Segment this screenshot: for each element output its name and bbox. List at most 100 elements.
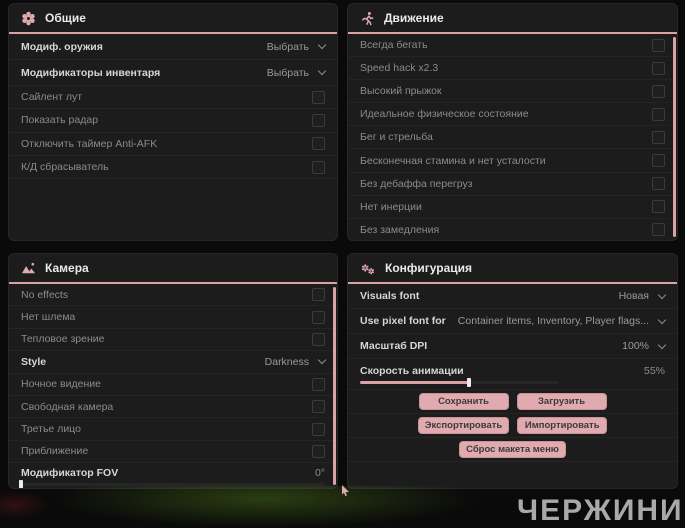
- movement-row-7: Нет инерции: [348, 196, 677, 219]
- dropdown-value: Выбрать: [266, 66, 309, 79]
- panel-general: Общие Модиф. оружия Выбрать Модификаторы и…: [8, 3, 338, 241]
- row-label: Отключить таймер Anti-AFK: [21, 137, 158, 150]
- export-button[interactable]: Экспортировать: [417, 417, 510, 434]
- mountains-icon: [21, 261, 36, 276]
- slider-fill: [360, 380, 469, 384]
- camera-row-8: Модификатор FOV 0°: [9, 463, 337, 488]
- checkbox[interactable]: [312, 310, 325, 324]
- movement-row-3: Идеальное физическое состояние: [348, 103, 677, 127]
- row-label: Без замедления: [360, 223, 440, 236]
- dropdown[interactable]: Выбрать: [266, 40, 327, 53]
- panel-title: Общие: [45, 11, 86, 25]
- camera-row-0: No effects: [9, 284, 337, 307]
- checkbox[interactable]: [312, 288, 325, 302]
- checkbox[interactable]: [652, 107, 665, 121]
- checkbox[interactable]: [312, 137, 325, 151]
- checkbox[interactable]: [312, 332, 325, 346]
- row-label: Visuals font: [360, 290, 420, 302]
- dropdown[interactable]: Container items, Inventory, Player flags…: [458, 315, 667, 327]
- chevron-down-icon: [317, 66, 327, 76]
- checkbox[interactable]: [312, 422, 325, 436]
- import-button[interactable]: Импортировать: [517, 417, 608, 434]
- load-button[interactable]: Загрузить: [516, 393, 607, 410]
- panel-title: Конфигурация: [385, 261, 473, 275]
- checkbox[interactable]: [652, 130, 665, 144]
- panel-title: Камера: [45, 261, 89, 275]
- row-label: Свободная камера: [21, 400, 114, 413]
- row-label: Приближение: [21, 445, 89, 458]
- checkbox[interactable]: [652, 154, 665, 168]
- panel-camera: Камера No effects Нет шлема Тепловое зрени…: [8, 253, 338, 489]
- config-row-0: Visuals font Новая: [348, 284, 677, 309]
- watermark-text: ЧЕРЖИНИЕ: [517, 494, 685, 527]
- checkbox[interactable]: [652, 223, 665, 237]
- save-button[interactable]: Сохранить: [418, 393, 509, 410]
- general-row-4: Отключить таймер Anti-AFK: [9, 133, 337, 156]
- checkbox[interactable]: [652, 177, 665, 191]
- row-label: Модиф. оружия: [21, 40, 103, 53]
- slider-value: 0°: [314, 466, 325, 479]
- dropdown-value: 100%: [622, 340, 649, 352]
- row-label: Нет инерции: [360, 200, 422, 213]
- dropdown-value: Новая: [618, 290, 649, 302]
- checkbox[interactable]: [312, 90, 325, 104]
- row-label: Третье лицо: [21, 423, 81, 436]
- panel-movement: Движение Всегда бегать Speed hack x2.3 Выс…: [347, 3, 678, 241]
- panel-config-header: Конфигурация: [348, 254, 677, 284]
- row-label: Бесконечная стамина и нет усталости: [360, 154, 546, 167]
- general-row-0: Модиф. оружия Выбрать: [9, 34, 337, 60]
- slider-thumb[interactable]: [19, 479, 23, 488]
- movement-row-2: Высокий прыжок: [348, 80, 677, 104]
- row-label: Speed hack x2.3: [360, 62, 439, 75]
- movement-row-4: Бег и стрельба: [348, 126, 677, 150]
- movement-row-0: Всегда бегать: [348, 34, 677, 58]
- game-background-tint: [0, 490, 50, 520]
- camera-row-4: Ночное видение: [9, 374, 337, 396]
- reset-menu-layout-button[interactable]: Сброс макета меню: [459, 441, 566, 458]
- panel-title: Движение: [384, 11, 444, 25]
- camera-row-5: Свободная камера: [9, 396, 337, 419]
- movement-row-5: Бесконечная стамина и нет усталости: [348, 149, 677, 173]
- movement-row-1: Speed hack x2.3: [348, 57, 677, 81]
- row-label: Идеальное физическое состояние: [360, 108, 529, 121]
- dropdown-value: Darkness: [264, 355, 309, 368]
- row-label: Бег и стрельба: [360, 131, 433, 144]
- checkbox[interactable]: [312, 377, 325, 391]
- checkbox[interactable]: [652, 61, 665, 75]
- general-row-5: К/Д сбрасыватель: [9, 156, 337, 180]
- panel-general-header: Общие: [9, 4, 337, 34]
- dropdown[interactable]: Новая: [618, 290, 667, 302]
- camera-row-2: Тепловое зрение: [9, 329, 337, 352]
- slider[interactable]: [19, 479, 325, 488]
- checkbox[interactable]: [312, 160, 325, 174]
- dropdown[interactable]: Выбрать: [266, 66, 327, 79]
- game-background-glow: [50, 486, 480, 528]
- chevron-down-icon: [317, 356, 327, 365]
- dropdown[interactable]: 100%: [622, 340, 667, 352]
- checkbox[interactable]: [312, 400, 325, 414]
- flower-icon: [21, 11, 36, 26]
- checkbox[interactable]: [312, 444, 325, 458]
- scrollbar[interactable]: [333, 287, 336, 485]
- chevron-down-icon: [657, 340, 667, 349]
- config-row-2: Масштаб DPI 100%: [348, 334, 677, 359]
- scrollbar[interactable]: [673, 37, 676, 237]
- panel-camera-header: Камера: [9, 254, 337, 284]
- slider-thumb[interactable]: [466, 377, 471, 387]
- camera-row-3: Style Darkness: [9, 351, 337, 374]
- movement-row-8: Без замедления: [348, 219, 677, 240]
- checkbox[interactable]: [652, 38, 665, 52]
- dropdown[interactable]: Darkness: [264, 355, 327, 368]
- checkbox[interactable]: [652, 84, 665, 98]
- chevron-down-icon: [657, 290, 667, 299]
- general-row-3: Показать радар: [9, 109, 337, 133]
- chevron-down-icon: [317, 40, 327, 50]
- config-buttons: Сохранить Загрузить Экспортировать Импортир…: [348, 390, 677, 462]
- config-button-row-1: Экспортировать Импортировать: [348, 414, 677, 438]
- row-label: К/Д сбрасыватель: [21, 161, 109, 174]
- row-label: Показать радар: [21, 114, 99, 127]
- slider[interactable]: [360, 377, 558, 387]
- checkbox[interactable]: [312, 113, 325, 127]
- checkbox[interactable]: [652, 200, 665, 214]
- dropdown-value: Выбрать: [266, 40, 309, 53]
